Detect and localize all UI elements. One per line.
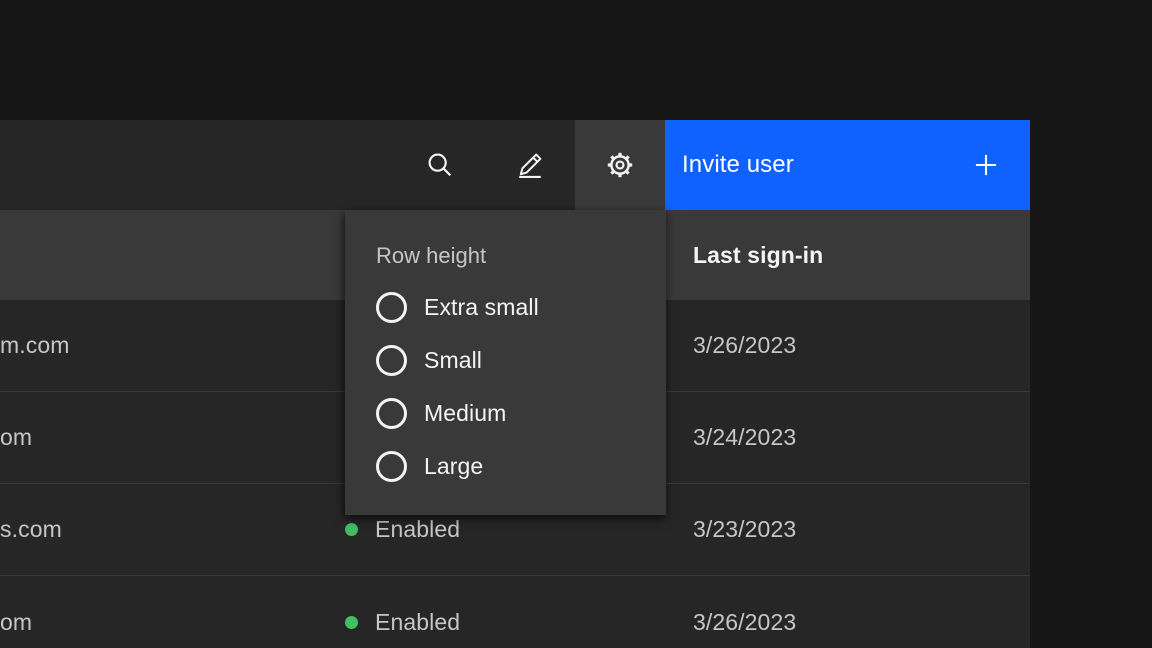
search-icon (425, 150, 455, 180)
invite-user-button[interactable]: Invite user (665, 120, 1030, 210)
radio-option-label: Large (424, 453, 483, 480)
radio-option-label: Medium (424, 400, 506, 427)
settings-icon (605, 150, 635, 180)
radio-button-icon[interactable] (376, 292, 407, 323)
row-height-menu-title: Row height (376, 243, 666, 269)
radio-option-small[interactable]: Small (376, 334, 666, 387)
settings-button[interactable] (575, 120, 665, 210)
status-label: Enabled (375, 609, 460, 636)
radio-button-icon[interactable] (376, 398, 407, 429)
search-button[interactable] (395, 120, 485, 210)
date-cell: 3/26/2023 (693, 609, 1030, 636)
row-height-options: Extra small Small Medium Large (376, 281, 666, 493)
email-cell: s.com (0, 516, 345, 543)
table-toolbar: Invite user (0, 120, 1030, 210)
radio-button-icon[interactable] (376, 345, 407, 376)
status-cell: Enabled (345, 609, 693, 636)
status-dot (345, 616, 358, 629)
invite-user-label: Invite user (682, 153, 794, 177)
status-cell: Enabled (345, 516, 693, 543)
email-cell: m.com (0, 332, 345, 359)
email-cell: om (0, 609, 345, 636)
email-cell: om (0, 424, 345, 451)
toolbar-spacer (0, 120, 395, 210)
radio-option-large[interactable]: Large (376, 440, 666, 493)
edit-button[interactable] (485, 120, 575, 210)
status-dot (345, 523, 358, 536)
plus-icon (972, 151, 1000, 179)
date-cell: 3/24/2023 (693, 424, 1030, 451)
user-management-screen: Invite user Last sign-in m.com 3/26/2023… (0, 0, 1152, 648)
table-row: om Enabled 3/26/2023 (0, 576, 1030, 648)
radio-button-icon[interactable] (376, 451, 407, 482)
radio-option-medium[interactable]: Medium (376, 387, 666, 440)
radio-option-extra-small[interactable]: Extra small (376, 281, 666, 334)
column-header-last-signin: Last sign-in (693, 242, 1030, 269)
radio-option-label: Small (424, 347, 482, 374)
radio-option-label: Extra small (424, 294, 539, 321)
date-cell: 3/26/2023 (693, 332, 1030, 359)
date-cell: 3/23/2023 (693, 516, 1030, 543)
edit-icon (515, 150, 545, 180)
status-label: Enabled (375, 516, 460, 543)
row-height-menu: Row height Extra small Small Medium Larg… (345, 210, 666, 515)
